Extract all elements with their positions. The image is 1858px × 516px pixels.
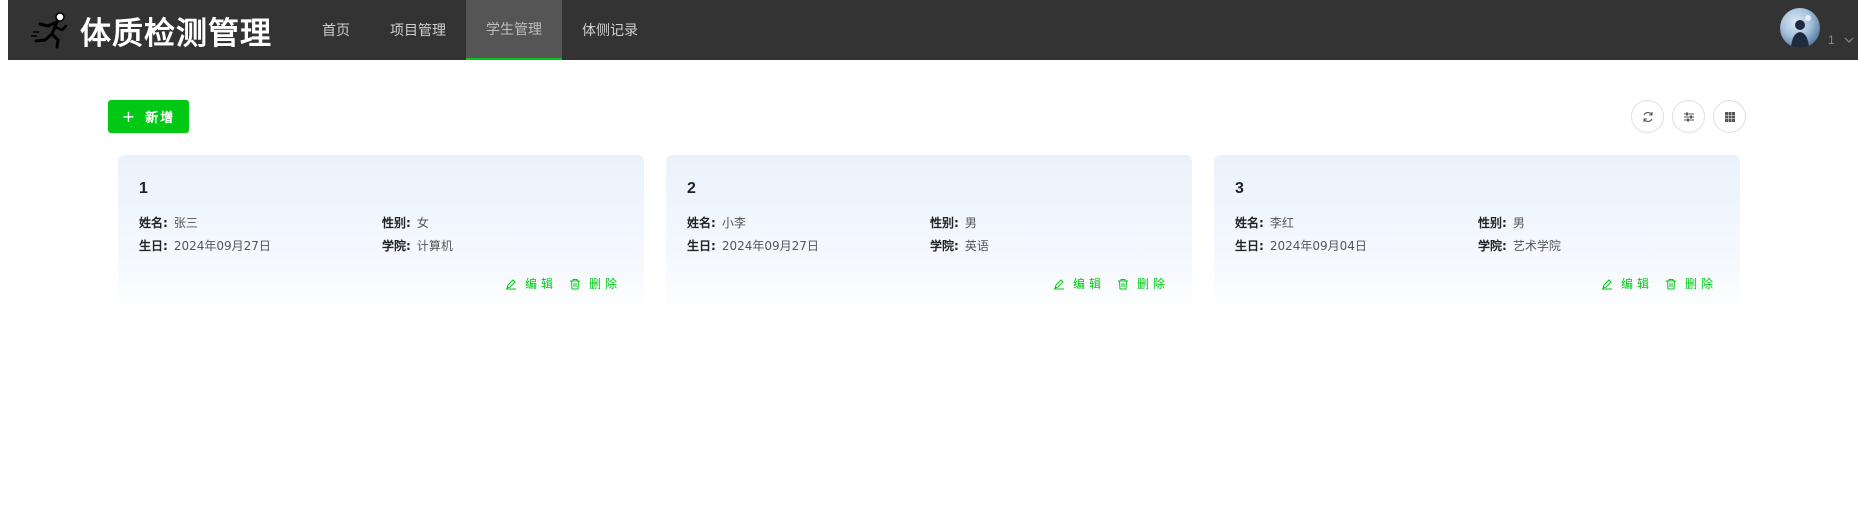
user-name[interactable]: 1 — [1828, 33, 1835, 47]
birthday-value: 2024年09月04日 — [1269, 239, 1367, 253]
name-field: 姓名: 小李 — [687, 214, 746, 231]
name-value: 张三 — [173, 216, 198, 230]
delete-label: 删除 — [1685, 277, 1718, 291]
trash-icon — [1666, 278, 1676, 289]
birthday-label: 生日: — [687, 239, 716, 253]
edit-label: 编辑 — [1073, 277, 1106, 291]
edit-label: 编辑 — [1621, 277, 1654, 291]
gender-field: 性别: 女 — [382, 214, 429, 231]
add-button[interactable]: + 新增 — [108, 100, 189, 133]
college-label: 学院: — [930, 239, 959, 253]
name-value: 李红 — [1269, 216, 1294, 230]
nav-test-records[interactable]: 体侧记录 — [562, 0, 658, 60]
top-header: 体质检测管理 首页 项目管理 学生管理 体侧记录 1 — [8, 0, 1858, 60]
main-nav: 首页 项目管理 学生管理 体侧记录 — [302, 0, 658, 60]
college-label: 学院: — [382, 239, 411, 253]
chevron-down-icon[interactable] — [1842, 33, 1856, 47]
page: 体质检测管理 首页 项目管理 学生管理 体侧记录 1 + 新增 1 姓名: 张三… — [0, 0, 1858, 516]
name-label: 姓名: — [1235, 216, 1264, 230]
delete-label: 删除 — [1137, 277, 1170, 291]
filter-settings-icon — [1683, 112, 1694, 121]
gender-value: 男 — [1512, 216, 1525, 230]
birthday-value: 2024年09月27日 — [173, 239, 271, 253]
edit-icon — [506, 278, 516, 289]
edit-icon — [1054, 278, 1064, 289]
running-person-icon — [31, 12, 68, 49]
name-label: 姓名: — [139, 216, 168, 230]
refresh-icon — [1642, 111, 1653, 122]
birthday-field: 生日: 2024年09月27日 — [139, 237, 271, 254]
plus-icon: + — [121, 107, 138, 126]
birthday-value: 2024年09月27日 — [721, 239, 819, 253]
college-field: 学院: 艺术学院 — [1478, 237, 1561, 254]
grid-view-button[interactable] — [1713, 100, 1746, 133]
gender-label: 性别: — [382, 216, 411, 230]
gender-label: 性别: — [1478, 216, 1507, 230]
nav-student-management[interactable]: 学生管理 — [466, 0, 562, 60]
edit-button[interactable]: 编辑 — [505, 275, 557, 292]
edit-icon — [1602, 278, 1612, 289]
college-value: 艺术学院 — [1512, 239, 1561, 253]
gender-label: 性别: — [930, 216, 959, 230]
refresh-button[interactable] — [1631, 100, 1664, 133]
birthday-label: 生日: — [139, 239, 168, 253]
delete-label: 删除 — [589, 277, 622, 291]
gender-value: 女 — [416, 216, 429, 230]
birthday-label: 生日: — [1235, 239, 1264, 253]
trash-icon — [570, 278, 580, 289]
birthday-field: 生日: 2024年09月27日 — [687, 237, 819, 254]
edit-label: 编辑 — [525, 277, 558, 291]
name-value: 小李 — [721, 216, 746, 230]
app-title: 体质检测管理 — [80, 15, 272, 52]
nav-home[interactable]: 首页 — [302, 0, 370, 60]
gender-field: 性别: 男 — [930, 214, 977, 231]
student-card: 3 姓名: 李红 性别: 男 生日: 2024年09月04日 学院: 艺术学院 编辑 删… — [1214, 155, 1740, 315]
delete-button[interactable]: 删除 — [1665, 275, 1717, 292]
college-value: 英语 — [964, 239, 989, 253]
delete-button[interactable]: 删除 — [1117, 275, 1169, 292]
birthday-field: 生日: 2024年09月04日 — [1235, 237, 1367, 254]
avatar[interactable] — [1780, 8, 1820, 48]
trash-icon — [1118, 278, 1128, 289]
logo[interactable]: 体质检测管理 — [30, 0, 272, 60]
nav-project-management[interactable]: 项目管理 — [370, 0, 466, 60]
college-field: 学院: 英语 — [930, 237, 989, 254]
college-field: 学院: 计算机 — [382, 237, 453, 254]
gender-value: 男 — [964, 216, 977, 230]
edit-button[interactable]: 编辑 — [1053, 275, 1105, 292]
gender-field: 性别: 男 — [1478, 214, 1525, 231]
user-menu[interactable]: 1 — [1758, 0, 1858, 60]
filter-settings-button[interactable] — [1672, 100, 1705, 133]
card-id: 1 — [139, 180, 148, 197]
student-card: 1 姓名: 张三 性别: 女 生日: 2024年09月27日 学院: 计算机 编辑 删除 — [118, 155, 644, 315]
add-button-label: 新增 — [145, 111, 176, 126]
student-card: 2 姓名: 小李 性别: 男 生日: 2024年09月27日 学院: 英语 编辑 删除 — [666, 155, 1192, 315]
avatar-person-icon — [1791, 15, 1811, 48]
delete-button[interactable]: 删除 — [569, 275, 621, 292]
name-field: 姓名: 李红 — [1235, 214, 1294, 231]
college-label: 学院: — [1478, 239, 1507, 253]
name-field: 姓名: 张三 — [139, 214, 198, 231]
card-id: 3 — [1235, 180, 1244, 197]
name-label: 姓名: — [687, 216, 716, 230]
college-value: 计算机 — [416, 239, 453, 253]
grid-icon — [1724, 111, 1735, 122]
edit-button[interactable]: 编辑 — [1601, 275, 1653, 292]
card-id: 2 — [687, 180, 696, 197]
